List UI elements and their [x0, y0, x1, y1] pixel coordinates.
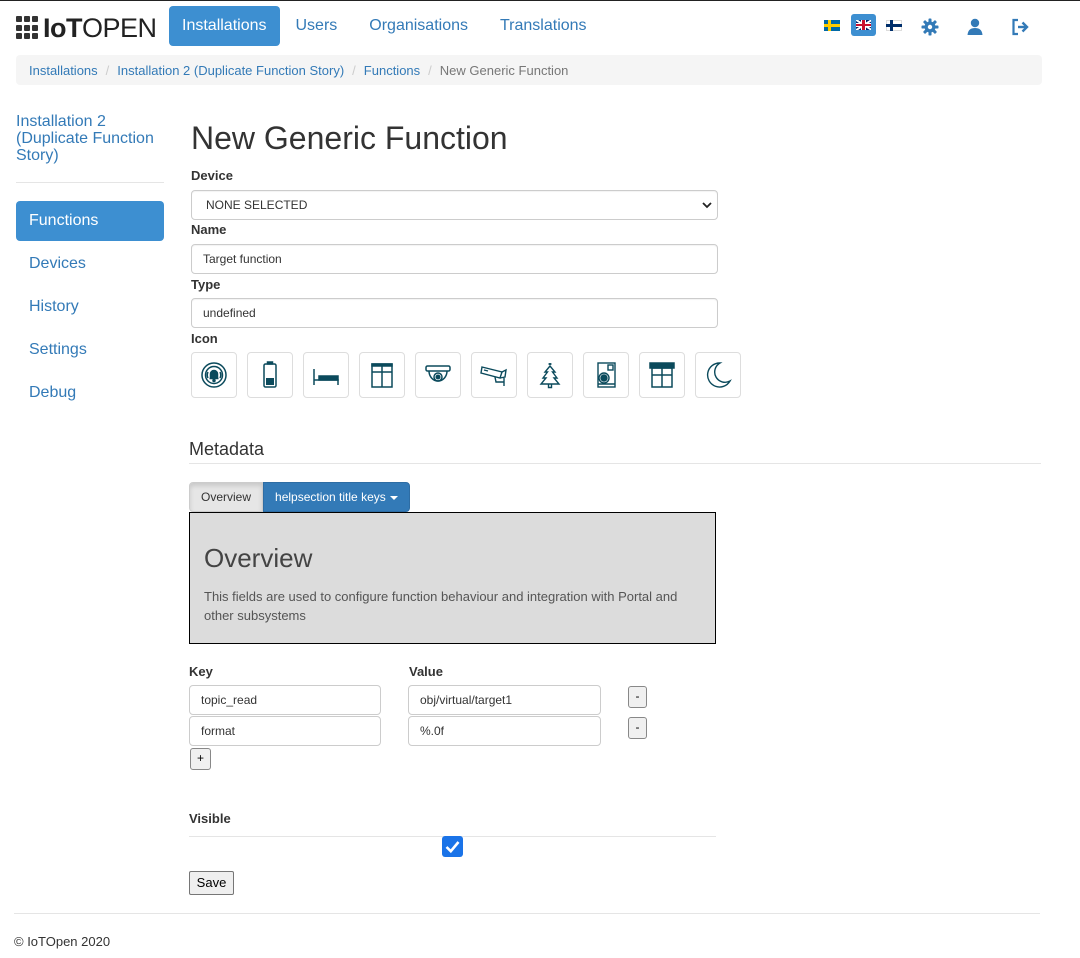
icon-option-battery[interactable]: [247, 352, 293, 398]
breadcrumb: Installations / Installation 2 (Duplicat…: [16, 55, 1042, 85]
key-column-header: Key: [189, 664, 213, 679]
name-label: Name: [191, 222, 227, 237]
metadata-key-input[interactable]: format: [189, 716, 381, 746]
icon-option-boiler[interactable]: [583, 352, 629, 398]
remove-row-button[interactable]: -: [628, 717, 647, 739]
window-icon: [371, 363, 393, 388]
nav-installations[interactable]: Installations: [169, 6, 280, 46]
logo-grid-icon: [16, 16, 40, 40]
save-button[interactable]: Save: [189, 871, 234, 895]
tab-helpsection-dropdown[interactable]: helpsection title keys: [263, 482, 410, 512]
breadcrumb-functions[interactable]: Functions: [364, 63, 420, 78]
metadata-value-input[interactable]: %.0f: [408, 716, 601, 746]
device-select[interactable]: NONE SELECTED: [191, 190, 718, 220]
breadcrumb-separator: /: [428, 62, 432, 78]
flag-uk-icon: [856, 20, 871, 30]
nav-organisations[interactable]: Organisations: [353, 6, 484, 46]
visible-label: Visible: [189, 811, 231, 826]
sidebar-item-history[interactable]: History: [16, 287, 164, 327]
page-title: New Generic Function: [191, 120, 508, 156]
chevron-down-icon: [702, 202, 712, 209]
nav-right: [820, 14, 1050, 40]
caret-down-icon: [389, 495, 398, 500]
moon-icon: [706, 362, 732, 388]
add-row-button[interactable]: +: [190, 748, 211, 770]
name-input[interactable]: Target function: [191, 244, 718, 274]
flag-sweden-icon[interactable]: [824, 20, 840, 31]
device-label: Device: [191, 168, 233, 183]
nav-translations[interactable]: Translations: [484, 6, 603, 46]
sidebar-item-functions[interactable]: Functions: [16, 201, 164, 241]
alarm-icon: [201, 362, 227, 388]
cctv-camera-icon: [480, 366, 507, 386]
sidebar-item-settings[interactable]: Settings: [16, 330, 164, 370]
breadcrumb-installation[interactable]: Installation 2 (Duplicate Function Story…: [117, 63, 344, 78]
sidebar-installation-title[interactable]: Installation 2 (Duplicate Function Story…: [16, 113, 166, 164]
blind-icon: [649, 362, 675, 388]
icon-option-moon[interactable]: [695, 352, 741, 398]
icon-picker: [191, 352, 751, 398]
icon-label: Icon: [191, 331, 218, 346]
type-input[interactable]: undefined: [191, 298, 718, 328]
icon-option-bed[interactable]: [303, 352, 349, 398]
metadata-divider: [189, 463, 1041, 464]
sidebar-divider: [16, 182, 164, 183]
sidebar-item-devices[interactable]: Devices: [16, 244, 164, 284]
battery-icon: [263, 361, 277, 388]
value-column-header: Value: [409, 664, 443, 679]
overview-panel: Overview This fields are used to configu…: [189, 512, 716, 644]
logo-text: IoTOPEN: [43, 13, 157, 43]
metadata-value-input[interactable]: obj/virtual/target1: [408, 685, 601, 715]
tab-helpsection-label: helpsection title keys: [275, 490, 386, 504]
christmas-tree-icon: [539, 363, 561, 389]
sidebar-nav: Functions Devices History Settings Debug: [16, 201, 164, 416]
gear-icon[interactable]: [920, 17, 940, 37]
bed-icon: [313, 369, 339, 385]
boiler-icon: [597, 362, 616, 388]
metadata-heading: Metadata: [189, 439, 265, 459]
icon-option-dome-camera[interactable]: [415, 352, 461, 398]
user-icon[interactable]: [965, 17, 985, 37]
footer-divider: [14, 913, 1040, 914]
breadcrumb-current: New Generic Function: [439, 62, 569, 78]
breadcrumb-separator: /: [352, 62, 356, 78]
checkmark-icon: [445, 841, 460, 854]
icon-option-window[interactable]: [359, 352, 405, 398]
device-select-value: NONE SELECTED: [206, 198, 308, 212]
dome-camera-icon: [425, 365, 451, 382]
icon-option-christmas-tree[interactable]: [527, 352, 573, 398]
logo[interactable]: IoTOPEN: [16, 14, 157, 42]
metadata-tabs: Overview helpsection title keys: [189, 482, 410, 512]
nav-users[interactable]: Users: [280, 6, 354, 46]
flag-uk-button[interactable]: [851, 14, 876, 36]
type-label: Type: [191, 277, 221, 292]
tab-overview[interactable]: Overview: [189, 482, 264, 512]
footer-copyright: © IoTOpen 2020: [14, 934, 111, 949]
sidebar-item-debug[interactable]: Debug: [16, 373, 164, 413]
main-nav: Installations Users Organisations Transl…: [169, 6, 603, 46]
icon-option-alarm[interactable]: [191, 352, 237, 398]
overview-text: This fields are used to configure functi…: [204, 589, 678, 623]
icon-option-blind[interactable]: [639, 352, 685, 398]
visible-checkbox[interactable]: [442, 836, 463, 857]
icon-option-cctv-camera[interactable]: [471, 352, 517, 398]
logout-icon[interactable]: [1010, 17, 1030, 37]
window-top-border: [0, 0, 1080, 1]
overview-title: Overview: [204, 543, 313, 573]
flag-finland-icon[interactable]: [886, 20, 902, 31]
remove-row-button[interactable]: -: [628, 686, 647, 708]
breadcrumb-separator: /: [105, 62, 110, 78]
metadata-key-input[interactable]: topic_read: [189, 685, 381, 715]
breadcrumb-installations[interactable]: Installations: [29, 63, 98, 78]
